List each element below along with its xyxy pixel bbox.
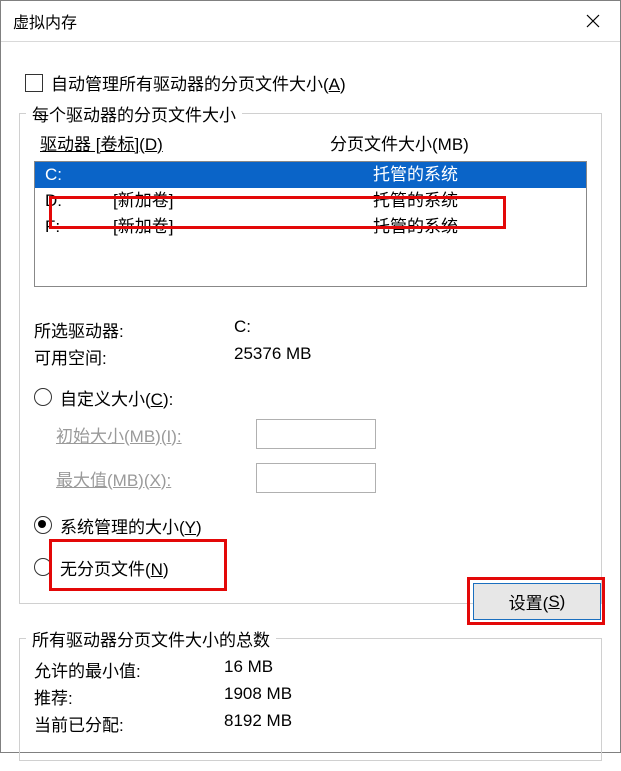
radio-custom-size[interactable]: 自定义大小(C): bbox=[34, 383, 587, 411]
totals-group: 所有驱动器分页文件大小的总数 允许的最小值: 16 MB 推荐: 1908 MB… bbox=[19, 638, 602, 761]
checkbox-icon bbox=[25, 74, 43, 92]
radio-none-label: 无分页文件(N) bbox=[60, 555, 169, 580]
content-area: 自动管理所有驱动器的分页文件大小(A) 每个驱动器的分页文件大小 驱动器 [卷标… bbox=[1, 42, 620, 771]
recommended-row: 推荐: 1908 MB bbox=[34, 684, 587, 709]
auto-manage-checkbox[interactable]: 自动管理所有驱动器的分页文件大小(A) bbox=[25, 70, 602, 95]
list-row[interactable]: C: 托管的系统 bbox=[35, 162, 586, 188]
auto-manage-label: 自动管理所有驱动器的分页文件大小(A) bbox=[51, 70, 346, 95]
recommended-value: 1908 MB bbox=[224, 684, 292, 709]
current-value: 8192 MB bbox=[224, 711, 292, 736]
min-value: 16 MB bbox=[224, 657, 273, 682]
current-label: 当前已分配: bbox=[34, 711, 224, 736]
radio-icon bbox=[34, 516, 52, 534]
radio-no-paging-file[interactable]: 无分页文件(N) bbox=[34, 553, 587, 581]
set-button[interactable]: 设置(S) bbox=[473, 583, 601, 620]
custom-size-fields: 初始大小(MB)(I): 最大值(MB)(X): bbox=[56, 419, 587, 493]
radio-system-label: 系统管理的大小(Y) bbox=[60, 513, 202, 538]
col-drive-label: 驱动器 [卷标](D) bbox=[40, 130, 330, 155]
selected-drive-row: 所选驱动器: C: bbox=[34, 317, 587, 342]
available-space-row: 可用空间: 25376 MB bbox=[34, 344, 587, 369]
initial-size-label: 初始大小(MB)(I): bbox=[56, 422, 256, 447]
selected-drive-value: C: bbox=[234, 317, 251, 342]
drive-list-header: 驱动器 [卷标](D) 分页文件大小(MB) bbox=[34, 130, 587, 155]
virtual-memory-dialog: 虚拟内存 自动管理所有驱动器的分页文件大小(A) 每个驱动器的分页文件大小 驱动… bbox=[0, 0, 621, 753]
max-size-row: 最大值(MB)(X): bbox=[56, 463, 587, 493]
radio-system-managed[interactable]: 系统管理的大小(Y) bbox=[34, 511, 587, 539]
totals-legend: 所有驱动器分页文件大小的总数 bbox=[26, 626, 276, 651]
list-row[interactable]: F: [新加卷] 托管的系统 bbox=[35, 214, 586, 240]
initial-size-row: 初始大小(MB)(I): bbox=[56, 419, 587, 449]
current-row: 当前已分配: 8192 MB bbox=[34, 711, 587, 736]
close-button[interactable] bbox=[566, 2, 620, 40]
radio-custom-label: 自定义大小(C): bbox=[60, 385, 173, 410]
initial-size-input[interactable] bbox=[256, 419, 376, 449]
selected-drive-label: 所选驱动器: bbox=[34, 317, 234, 342]
radio-icon bbox=[34, 558, 52, 576]
min-row: 允许的最小值: 16 MB bbox=[34, 657, 587, 682]
recommended-label: 推荐: bbox=[34, 684, 224, 709]
per-drive-legend: 每个驱动器的分页文件大小 bbox=[26, 101, 242, 126]
titlebar: 虚拟内存 bbox=[1, 1, 620, 42]
available-space-label: 可用空间: bbox=[34, 344, 234, 369]
window-title: 虚拟内存 bbox=[13, 9, 77, 33]
available-space-value: 25376 MB bbox=[234, 344, 312, 369]
min-label: 允许的最小值: bbox=[34, 657, 224, 682]
close-icon bbox=[586, 14, 600, 28]
max-size-input[interactable] bbox=[256, 463, 376, 493]
col-size-label: 分页文件大小(MB) bbox=[330, 130, 581, 155]
radio-icon bbox=[34, 388, 52, 406]
max-size-label: 最大值(MB)(X): bbox=[56, 466, 256, 491]
per-drive-group: 每个驱动器的分页文件大小 驱动器 [卷标](D) 分页文件大小(MB) C: 托… bbox=[19, 113, 602, 604]
list-row[interactable]: D: [新加卷] 托管的系统 bbox=[35, 188, 586, 214]
drive-listbox[interactable]: C: 托管的系统 D: [新加卷] 托管的系统 F: [新加卷] 托管的系统 bbox=[34, 161, 587, 287]
